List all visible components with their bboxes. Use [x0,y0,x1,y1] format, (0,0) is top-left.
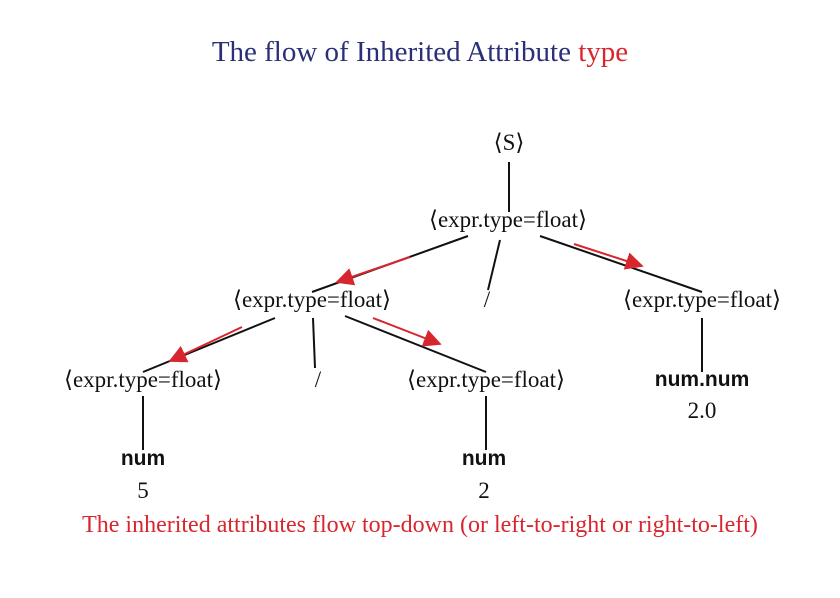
value-mid: 2 [478,478,490,503]
value-right: 2.0 [687,398,717,423]
flow-arrow-to-exprll [168,326,243,363]
node-expr-right: ⟨expr.type=float⟩ [622,287,782,312]
node-div-top: / [483,287,491,312]
node-div-mid: / [314,367,322,392]
node-expr-top: ⟨expr.type=float⟩ [428,207,588,232]
edge-exprleft-exprll [142,317,276,373]
edge-exprleft-exprlr [344,315,487,373]
edge-exprtop-exprright [539,235,703,293]
flow-arrow-to-exprright [573,243,644,270]
token-num-left: num [120,447,166,470]
slide: The flow of Inherited Attribute type ⟨S⟩… [0,0,840,598]
token-num-right: num [461,447,507,470]
node-root: ⟨S⟩ [493,130,525,155]
node-expr-left-right: ⟨expr.type=float⟩ [406,367,566,392]
token-num-num: num.num [654,368,750,391]
value-left: 5 [137,478,149,503]
flow-arrow-to-exprleft [335,256,411,286]
edge-exprtop-div [487,239,501,291]
node-expr-left-left: ⟨expr.type=float⟩ [63,367,223,392]
edge-exprleft-div [312,317,316,369]
footer-note: The inherited attributes flow top-down (… [82,512,758,538]
node-expr-left: ⟨expr.type=float⟩ [232,287,392,312]
